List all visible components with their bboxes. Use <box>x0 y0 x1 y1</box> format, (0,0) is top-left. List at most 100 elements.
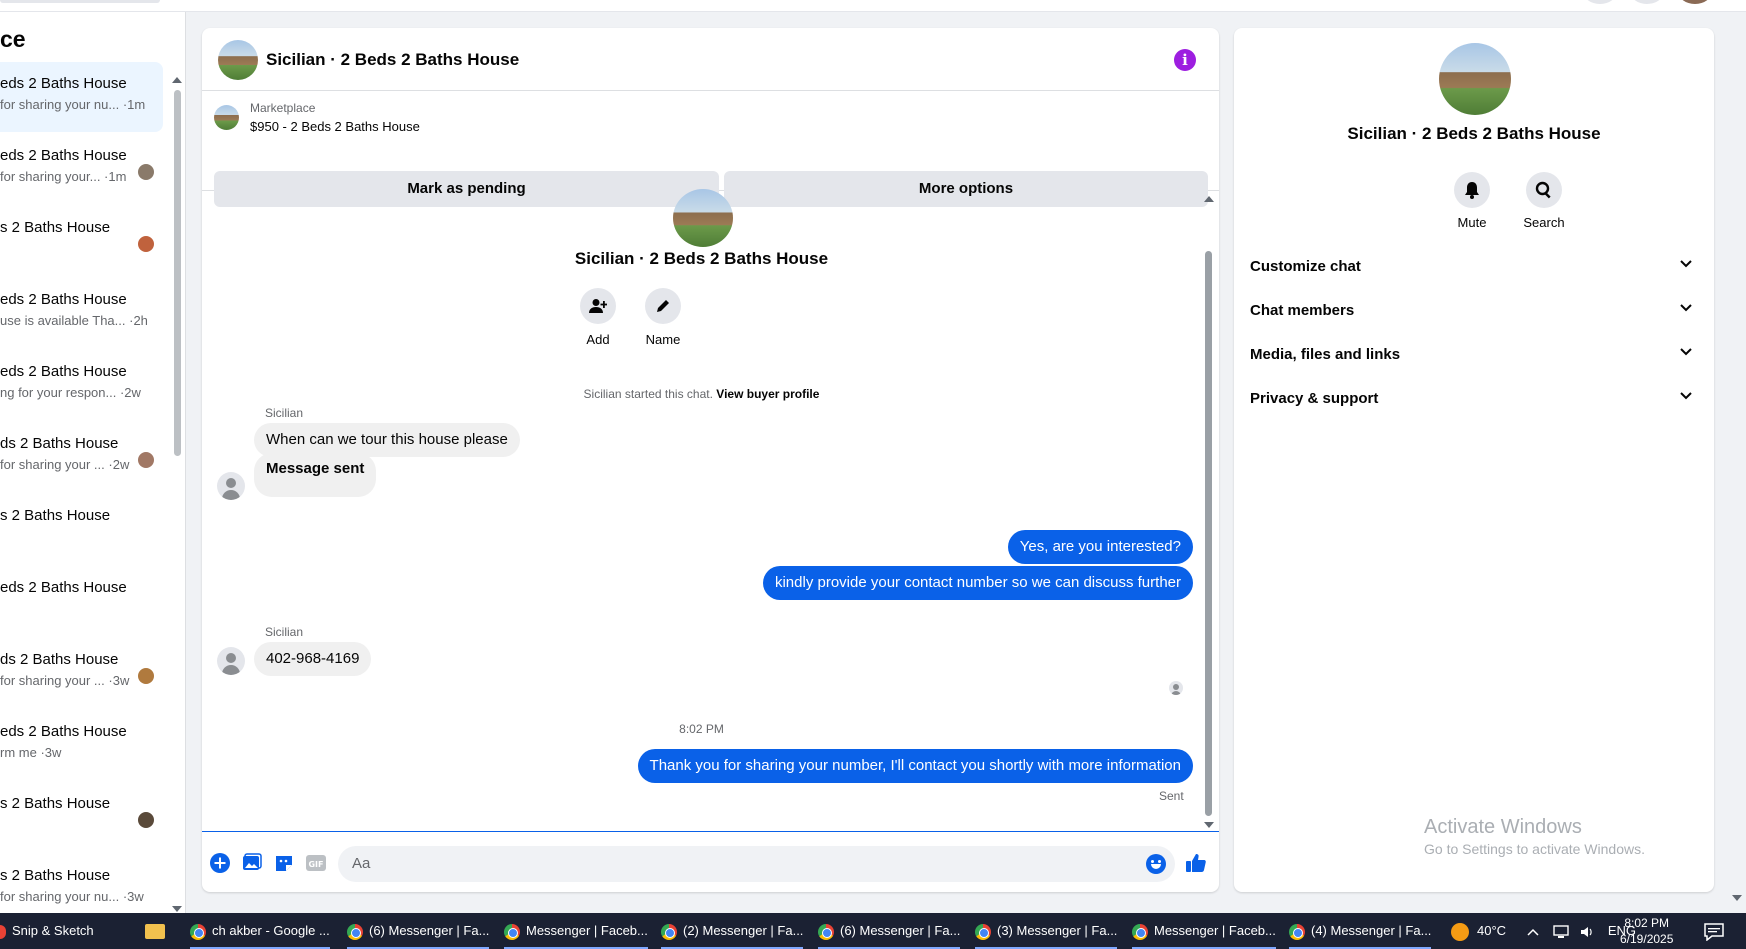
conversation-name: ds 2 Baths House <box>0 435 119 452</box>
conversation-item[interactable]: ds 2 Baths House for sharing your ... ·2w <box>0 422 163 492</box>
add-person-icon <box>580 288 616 324</box>
outgoing-message[interactable]: Thank you for sharing your number, I'll … <box>637 749 1193 783</box>
like-icon[interactable] <box>1186 853 1206 873</box>
sidebar-title: ce <box>0 26 26 52</box>
privacy-support-row[interactable]: Privacy & support <box>1250 380 1700 420</box>
scroll-down-arrow-icon[interactable] <box>1204 822 1214 828</box>
conversation-name: s 2 Baths House <box>0 219 111 236</box>
chevron-up-icon[interactable] <box>1527 928 1539 936</box>
taskbar-chrome-window[interactable]: (3) Messenger | Fa... <box>975 913 1118 949</box>
conversation-item[interactable]: s 2 Baths House <box>0 782 163 852</box>
conversation-name: eds 2 Baths House <box>0 723 127 740</box>
profile-avatar[interactable] <box>1678 0 1712 4</box>
taskbar-chrome-window[interactable]: (4) Messenger | Fa... <box>1289 913 1432 949</box>
view-buyer-profile-link[interactable]: View buyer profile <box>716 387 819 401</box>
conversation-item[interactable]: s 2 Baths House for sharing your nu... ·3… <box>0 854 163 913</box>
mute-label: Mute <box>1457 215 1487 230</box>
taskbar-chrome-window[interactable]: Messenger | Faceb... <box>504 913 648 949</box>
name-chat-button[interactable]: Name <box>633 288 693 347</box>
customize-chat-row[interactable]: Customize chat <box>1250 248 1700 288</box>
section-label: Media, files and links <box>1250 346 1401 363</box>
sender-avatar-icon[interactable] <box>217 647 245 675</box>
incoming-message[interactable]: 402-968-4169 <box>254 642 372 676</box>
add-people-button[interactable]: Add <box>568 288 628 347</box>
search-bar-edge[interactable] <box>0 0 160 3</box>
scroll-up-arrow-icon[interactable] <box>1204 196 1214 202</box>
sender-avatar-icon[interactable] <box>217 472 245 500</box>
photo-icon[interactable] <box>242 853 262 873</box>
listing-label: Marketplace <box>250 101 316 115</box>
message-scroll-thumb[interactable] <box>1205 251 1212 816</box>
message-scrollbar[interactable] <box>1202 191 1216 831</box>
outgoing-message[interactable]: Yes, are you interested? <box>1007 530 1193 564</box>
chat-members-row[interactable]: Chat members <box>1250 292 1700 332</box>
conversation-preview: for sharing your ... ·2w <box>0 457 130 472</box>
volume-icon[interactable] <box>1580 925 1594 939</box>
plus-icon[interactable] <box>210 853 230 873</box>
details-avatar[interactable] <box>1439 43 1511 115</box>
intro-name: Sicilian · 2 Beds 2 Baths House <box>574 249 829 268</box>
conversation-preview: for sharing your ... ·3w <box>0 673 130 688</box>
conversation-item[interactable]: eds 2 Baths House use is available Tha...… <box>0 278 163 348</box>
file-explorer-button[interactable] <box>145 913 165 949</box>
watermark-subtitle: Go to Settings to activate Windows. <box>1424 841 1645 857</box>
conversation-preview: rm me ·3w <box>0 745 62 760</box>
conversation-item[interactable]: eds 2 Baths House for sharing your nu... … <box>0 62 163 132</box>
chat-avatar[interactable] <box>218 40 258 80</box>
conversation-item[interactable]: s 2 Baths House <box>0 494 163 564</box>
page-scroll-down-arrow-icon[interactable] <box>1732 895 1742 901</box>
info-icon[interactable]: i <box>1174 49 1196 71</box>
bell-icon <box>1454 172 1490 208</box>
gif-icon[interactable]: GIF <box>306 853 326 873</box>
chat-started-text: Sicilian started this chat. <box>583 387 717 401</box>
mute-button[interactable]: Mute <box>1437 172 1507 230</box>
taskbar-chrome-window[interactable]: (6) Messenger | Fa... <box>347 913 490 949</box>
action-center-button[interactable] <box>1704 913 1724 949</box>
incoming-message[interactable]: When can we tour this house please <box>254 423 520 457</box>
conversation-item[interactable]: ds 2 Baths House for sharing your ... ·3w <box>0 638 163 708</box>
taskbar-chrome-window[interactable]: Messenger | Faceb... <box>1132 913 1276 949</box>
chat-details-panel: Sicilian · 2 Beds 2 Baths House Mute Sea… <box>1234 28 1714 892</box>
read-receipt-avatar <box>138 452 154 468</box>
section-label: Chat members <box>1250 302 1355 319</box>
search-label: Search <box>1523 215 1565 230</box>
chrome-icon <box>1289 923 1305 940</box>
taskbar-clock[interactable]: 8:02 PM 6/19/2025 <box>1620 915 1673 947</box>
listing-price[interactable]: $950 - 2 Beds 2 Baths House <box>250 119 420 134</box>
notifications-button[interactable] <box>1630 0 1664 4</box>
outgoing-message[interactable]: kindly provide your contact number so we… <box>762 566 1193 600</box>
conversation-name: eds 2 Baths House <box>0 147 127 164</box>
taskbar-label: (6) Messenger | Fa... <box>369 923 490 938</box>
taskbar-chrome-window[interactable]: (6) Messenger | Fa... <box>818 913 961 949</box>
message-input[interactable]: Aa <box>338 846 1175 882</box>
conversation-item[interactable]: s 2 Baths House <box>0 206 163 276</box>
conversation-preview: for sharing your nu... ·1m <box>0 97 146 112</box>
details-title: Sicilian · 2 Beds 2 Baths House <box>1347 124 1601 143</box>
conversation-item[interactable]: eds 2 Baths House rm me ·3w <box>0 710 163 780</box>
media-files-links-row[interactable]: Media, files and links <box>1250 336 1700 376</box>
taskbar-snip-sketch[interactable]: Snip & Sketch <box>0 913 94 949</box>
chrome-icon <box>975 923 991 940</box>
sender-name: Sicilian <box>265 625 304 639</box>
scroll-up-arrow-icon[interactable] <box>172 77 182 83</box>
taskbar-chrome-window[interactable]: (2) Messenger | Fa... <box>661 913 804 949</box>
search-button[interactable]: Search <box>1509 172 1579 230</box>
sidebar-scroll-thumb[interactable] <box>174 90 181 456</box>
scroll-down-arrow-icon[interactable] <box>172 906 182 912</box>
conversation-item[interactable]: eds 2 Baths House ng for your respon... ·… <box>0 350 163 420</box>
listing-thumbnail[interactable] <box>214 105 239 130</box>
conversation-item[interactable]: eds 2 Baths House <box>0 566 163 636</box>
weather-widget[interactable]: 40°C <box>1451 913 1506 949</box>
network-icon[interactable] <box>1552 924 1569 939</box>
taskbar-chrome-window[interactable]: ch akber - Google ... <box>190 913 330 949</box>
conversation-name: s 2 Baths House <box>0 867 111 884</box>
intro-avatar <box>673 189 733 247</box>
menu-button[interactable] <box>1583 0 1617 4</box>
conversation-item[interactable]: eds 2 Baths House for sharing your... ·1m <box>0 134 163 204</box>
incoming-message[interactable]: Message sent <box>254 453 377 497</box>
sidebar-scrollbar[interactable] <box>171 74 183 913</box>
emoji-icon[interactable] <box>1146 854 1166 874</box>
sender-name: Sicilian <box>265 406 304 420</box>
chat-title[interactable]: Sicilian · 2 Beds 2 Baths House <box>266 50 519 70</box>
sticker-icon[interactable] <box>274 853 294 873</box>
